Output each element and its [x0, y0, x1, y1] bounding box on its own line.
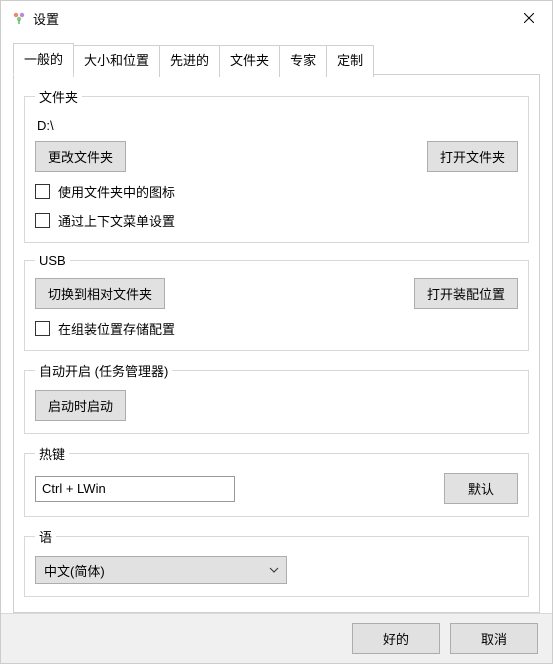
- switch-relative-folder-button[interactable]: 切换到相对文件夹: [35, 278, 165, 309]
- ok-button[interactable]: 好的: [352, 623, 440, 654]
- group-language-legend: 语: [35, 527, 56, 546]
- cancel-button[interactable]: 取消: [450, 623, 538, 654]
- group-autostart: 自动开启 (任务管理器) 启动时启动: [24, 361, 529, 434]
- titlebar: 设置: [1, 1, 552, 35]
- client-area: 一般的 大小和位置 先进的 文件夹 专家 定制 文件夹 D:\ 更改文件夹 打开…: [1, 35, 552, 613]
- store-config-label: 在组装位置存储配置: [58, 319, 175, 338]
- checkbox-icon: [35, 213, 50, 228]
- chevron-down-icon: [268, 567, 280, 573]
- language-select[interactable]: 中文(简体): [35, 556, 287, 584]
- open-assembly-location-button[interactable]: 打开装配位置: [414, 278, 518, 309]
- close-icon: [524, 13, 534, 23]
- window-title: 设置: [33, 9, 59, 28]
- close-button[interactable]: [506, 1, 552, 35]
- language-select-value: 中文(简体): [44, 561, 105, 580]
- change-folder-button[interactable]: 更改文件夹: [35, 141, 126, 172]
- group-hotkey-legend: 热键: [35, 444, 69, 463]
- tab-advanced[interactable]: 先进的: [159, 45, 220, 77]
- tab-size-position[interactable]: 大小和位置: [73, 45, 160, 77]
- hotkey-input[interactable]: [35, 476, 235, 502]
- hotkey-default-button[interactable]: 默认: [444, 473, 518, 504]
- group-autostart-legend: 自动开启 (任务管理器): [35, 361, 172, 380]
- group-folder: 文件夹 D:\ 更改文件夹 打开文件夹 使用文件夹中的图标 通过上下文菜单设置: [24, 87, 529, 243]
- context-menu-checkbox[interactable]: 通过上下文菜单设置: [35, 211, 518, 230]
- group-folder-legend: 文件夹: [35, 87, 82, 106]
- use-folder-icons-checkbox[interactable]: 使用文件夹中的图标: [35, 182, 518, 201]
- store-config-checkbox[interactable]: 在组装位置存储配置: [35, 319, 518, 338]
- settings-window: 设置 一般的 大小和位置 先进的 文件夹 专家 定制 文件夹 D:\ 更改文件夹: [0, 0, 553, 664]
- tab-custom[interactable]: 定制: [326, 45, 374, 77]
- open-folder-button[interactable]: 打开文件夹: [427, 141, 518, 172]
- tab-general[interactable]: 一般的: [13, 43, 74, 75]
- group-usb: USB 切换到相对文件夹 打开装配位置 在组装位置存储配置: [24, 253, 529, 351]
- group-language: 语 中文(简体): [24, 527, 529, 597]
- tab-expert[interactable]: 专家: [279, 45, 327, 77]
- app-icon: [11, 10, 27, 26]
- context-menu-label: 通过上下文菜单设置: [58, 211, 175, 230]
- checkbox-icon: [35, 321, 50, 336]
- tabpanel-general: 文件夹 D:\ 更改文件夹 打开文件夹 使用文件夹中的图标 通过上下文菜单设置 …: [13, 74, 540, 613]
- group-hotkey: 热键 默认: [24, 444, 529, 517]
- tabstrip: 一般的 大小和位置 先进的 文件夹 专家 定制: [13, 43, 540, 75]
- checkbox-icon: [35, 184, 50, 199]
- tab-folder[interactable]: 文件夹: [219, 45, 280, 77]
- group-usb-legend: USB: [35, 253, 70, 268]
- use-folder-icons-label: 使用文件夹中的图标: [58, 182, 175, 201]
- start-on-launch-button[interactable]: 启动时启动: [35, 390, 126, 421]
- folder-path: D:\: [35, 116, 518, 141]
- dialog-footer: 好的 取消: [1, 613, 552, 663]
